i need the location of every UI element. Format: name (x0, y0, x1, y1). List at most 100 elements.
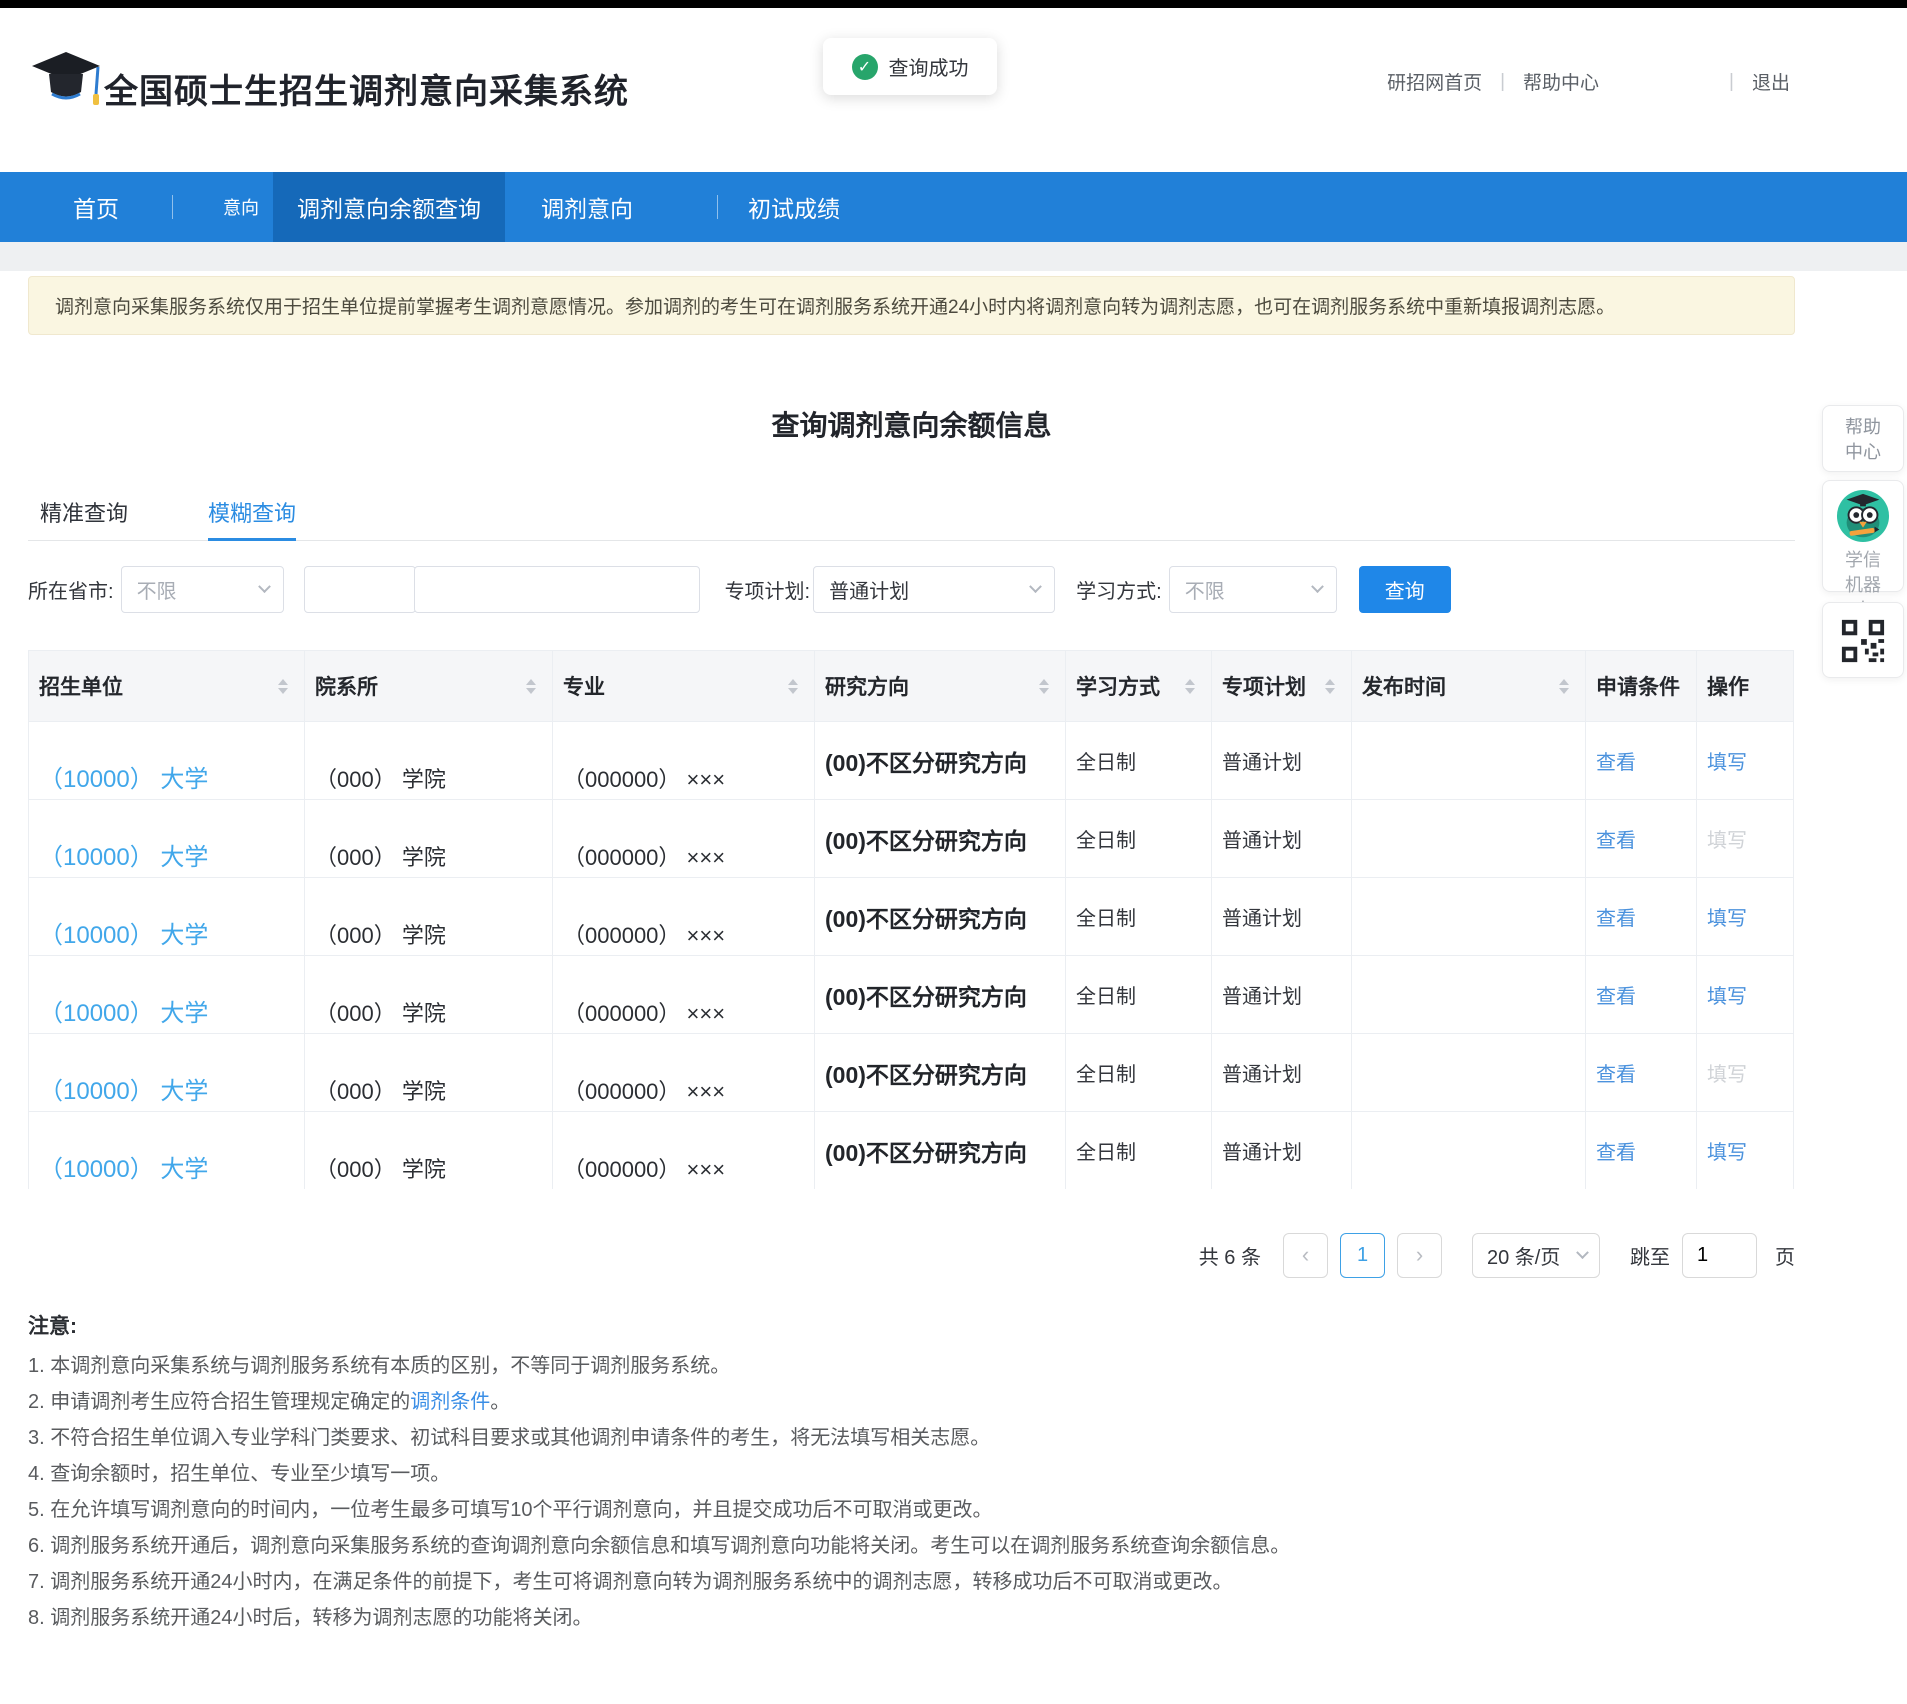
note-item: 3. 不符合招生单位调入专业学科门类要求、初试科目要求或其他调剂申请条件的考生，… (28, 1420, 1848, 1456)
toast-success: ✓ 查询成功 (823, 38, 997, 95)
sort-icon[interactable] (526, 679, 536, 694)
col-header-publish: 发布时间 (1352, 651, 1586, 721)
nav-item-initial-score[interactable]: 初试成绩 (748, 190, 840, 224)
university-link[interactable]: （10000） 大学 (39, 1149, 208, 1184)
tab-fuzzy-query[interactable]: 模糊查询 (208, 496, 296, 541)
toast-message: 查询成功 (889, 52, 969, 81)
university-link[interactable]: （10000） 大学 (39, 759, 208, 794)
jump-page-input[interactable] (1682, 1233, 1757, 1278)
top-border-strip (0, 0, 1907, 8)
special-plan-value: 普通计划 (829, 575, 1031, 604)
view-link[interactable]: 查看 (1596, 824, 1636, 853)
special-plan-cell: 普通计划 (1212, 1034, 1352, 1111)
help-center-label-line1: 帮助 (1839, 415, 1887, 440)
study-mode-cell: 全日制 (1066, 956, 1212, 1033)
study-mode-cell: 全日制 (1066, 1112, 1212, 1189)
tab-precise-query[interactable]: 精准查询 (40, 496, 128, 541)
nav-item-intention-small[interactable]: 意向 (223, 194, 259, 220)
nav-item-adjust-intention[interactable]: 调剂意向 (541, 190, 633, 224)
note-text: 1. 本调剂意向采集系统与调剂服务系统有本质的区别，不等同于调剂服务系统。 (28, 1355, 730, 1377)
site-title: 全国硕士生招生调剂意向采集系统 (104, 64, 629, 113)
fill-link[interactable]: 填写 (1707, 902, 1747, 931)
sort-icon[interactable] (278, 679, 288, 694)
col-header-conditions: 申请条件 (1586, 651, 1697, 721)
view-link[interactable]: 查看 (1596, 746, 1636, 775)
dept-cell: （000） 学院 (305, 956, 553, 1033)
page-size-select[interactable]: 20 条/页 (1472, 1233, 1600, 1278)
adjust-conditions-link[interactable]: 调剂条件 (410, 1391, 490, 1413)
study-mode-select[interactable]: 不限 (1169, 566, 1337, 613)
next-page-button[interactable]: › (1397, 1233, 1442, 1278)
graduation-cap-logo (30, 48, 102, 118)
fill-link[interactable]: 填写 (1707, 980, 1747, 1009)
notes-title: 注意: (28, 1312, 1848, 1342)
fill-link[interactable]: 填写 (1707, 1136, 1747, 1165)
link-help-center[interactable]: 帮助中心 (1523, 68, 1599, 95)
dept-cell: （000） 学院 (305, 1034, 553, 1111)
col-header-dept: 院系所 (305, 651, 553, 721)
note-item: 8. 调剂服务系统开通24小时后，转移为调剂志愿的功能将关闭。 (28, 1600, 1848, 1636)
jump-unit-label: 页 (1775, 1241, 1795, 1270)
view-link[interactable]: 查看 (1596, 1136, 1636, 1165)
col-header-plan: 专项计划 (1212, 651, 1352, 721)
view-link[interactable]: 查看 (1596, 902, 1636, 931)
nav-divider (717, 195, 718, 219)
nav-item-home[interactable]: 首页 (73, 190, 119, 224)
table-row: （10000） 大学 （000） 学院 （000000） ××× (00)不区分… (29, 1111, 1793, 1189)
sort-icon[interactable] (1039, 679, 1049, 694)
link-logout[interactable]: 退出 (1752, 68, 1790, 95)
header-separator: | (1500, 71, 1505, 93)
major-cell: （000000） ××× (553, 1034, 815, 1111)
xuexin-robot-widget[interactable]: 学信 机器人 (1822, 480, 1904, 592)
university-link[interactable]: （10000） 大学 (39, 915, 208, 950)
province-select[interactable]: 不限 (121, 566, 284, 613)
header-links: 研招网首页 | 帮助中心 | 退出 (1387, 68, 1790, 95)
col-label: 专业 (563, 671, 605, 701)
note-item: 5. 在允许填写调剂意向的时间内，一位考生最多可填写10个平行调剂意向，并且提交… (28, 1492, 1848, 1528)
direction-cell: (00)不区分研究方向 (815, 1112, 1066, 1189)
note-item: 6. 调剂服务系统开通后，调剂意向采集服务系统的查询调剂意向余额信息和填写调剂意… (28, 1528, 1848, 1564)
nav-divider (172, 195, 173, 219)
sort-icon[interactable] (1559, 679, 1569, 694)
sort-icon[interactable] (788, 679, 798, 694)
col-header-study: 学习方式 (1066, 651, 1212, 721)
study-mode-label: 学习方式: (1076, 575, 1162, 604)
header-separator: | (1729, 71, 1734, 93)
qr-code-widget[interactable] (1822, 602, 1904, 678)
col-label: 发布时间 (1362, 671, 1446, 701)
dept-cell: （000） 学院 (305, 1112, 553, 1189)
search-button[interactable]: 查询 (1359, 566, 1451, 613)
sort-icon[interactable] (1185, 679, 1195, 694)
main-nav: 首页 意向 调剂意向余额查询 调剂意向 初试成绩 (0, 172, 1907, 242)
special-plan-label: 专项计划: (725, 575, 811, 604)
note-text: 6. 调剂服务系统开通后，调剂意向采集服务系统的查询调剂意向余额信息和填写调剂意… (28, 1535, 1290, 1557)
publish-time-cell (1352, 800, 1586, 877)
page-number-button[interactable]: 1 (1340, 1233, 1385, 1278)
help-center-widget[interactable]: 帮助 中心 (1822, 405, 1904, 472)
view-link[interactable]: 查看 (1596, 980, 1636, 1009)
sort-icon[interactable] (1325, 679, 1335, 694)
special-plan-select[interactable]: 普通计划 (813, 566, 1055, 613)
nav-item-balance-query-active[interactable]: 调剂意向余额查询 (273, 172, 505, 242)
university-link[interactable]: （10000） 大学 (39, 1071, 208, 1106)
unit-code-input[interactable] (304, 566, 416, 613)
fill-link[interactable]: 填写 (1707, 746, 1747, 775)
prev-page-button[interactable]: ‹ (1283, 1233, 1328, 1278)
owl-robot-icon (1836, 489, 1890, 543)
link-yanzhao-home[interactable]: 研招网首页 (1387, 68, 1482, 95)
university-link[interactable]: （10000） 大学 (39, 993, 208, 1028)
special-plan-cell: 普通计划 (1212, 956, 1352, 1033)
major-cell: （000000） ××× (553, 722, 815, 799)
chevron-down-icon (1311, 580, 1324, 593)
province-label: 所在省市: (28, 575, 114, 604)
chevron-down-icon (1029, 580, 1042, 593)
university-link[interactable]: （10000） 大学 (39, 837, 208, 872)
help-center-label-line2: 中心 (1839, 440, 1887, 465)
note-item: 2. 申请调剂考生应符合招生管理规定确定的调剂条件。 (28, 1384, 1848, 1420)
unit-name-input[interactable] (414, 566, 700, 613)
note-text: 。 (490, 1391, 510, 1413)
special-plan-cell: 普通计划 (1212, 878, 1352, 955)
col-label: 招生单位 (39, 671, 123, 701)
view-link[interactable]: 查看 (1596, 1058, 1636, 1087)
note-text: 4. 查询余额时，招生单位、专业至少填写一项。 (28, 1463, 450, 1485)
